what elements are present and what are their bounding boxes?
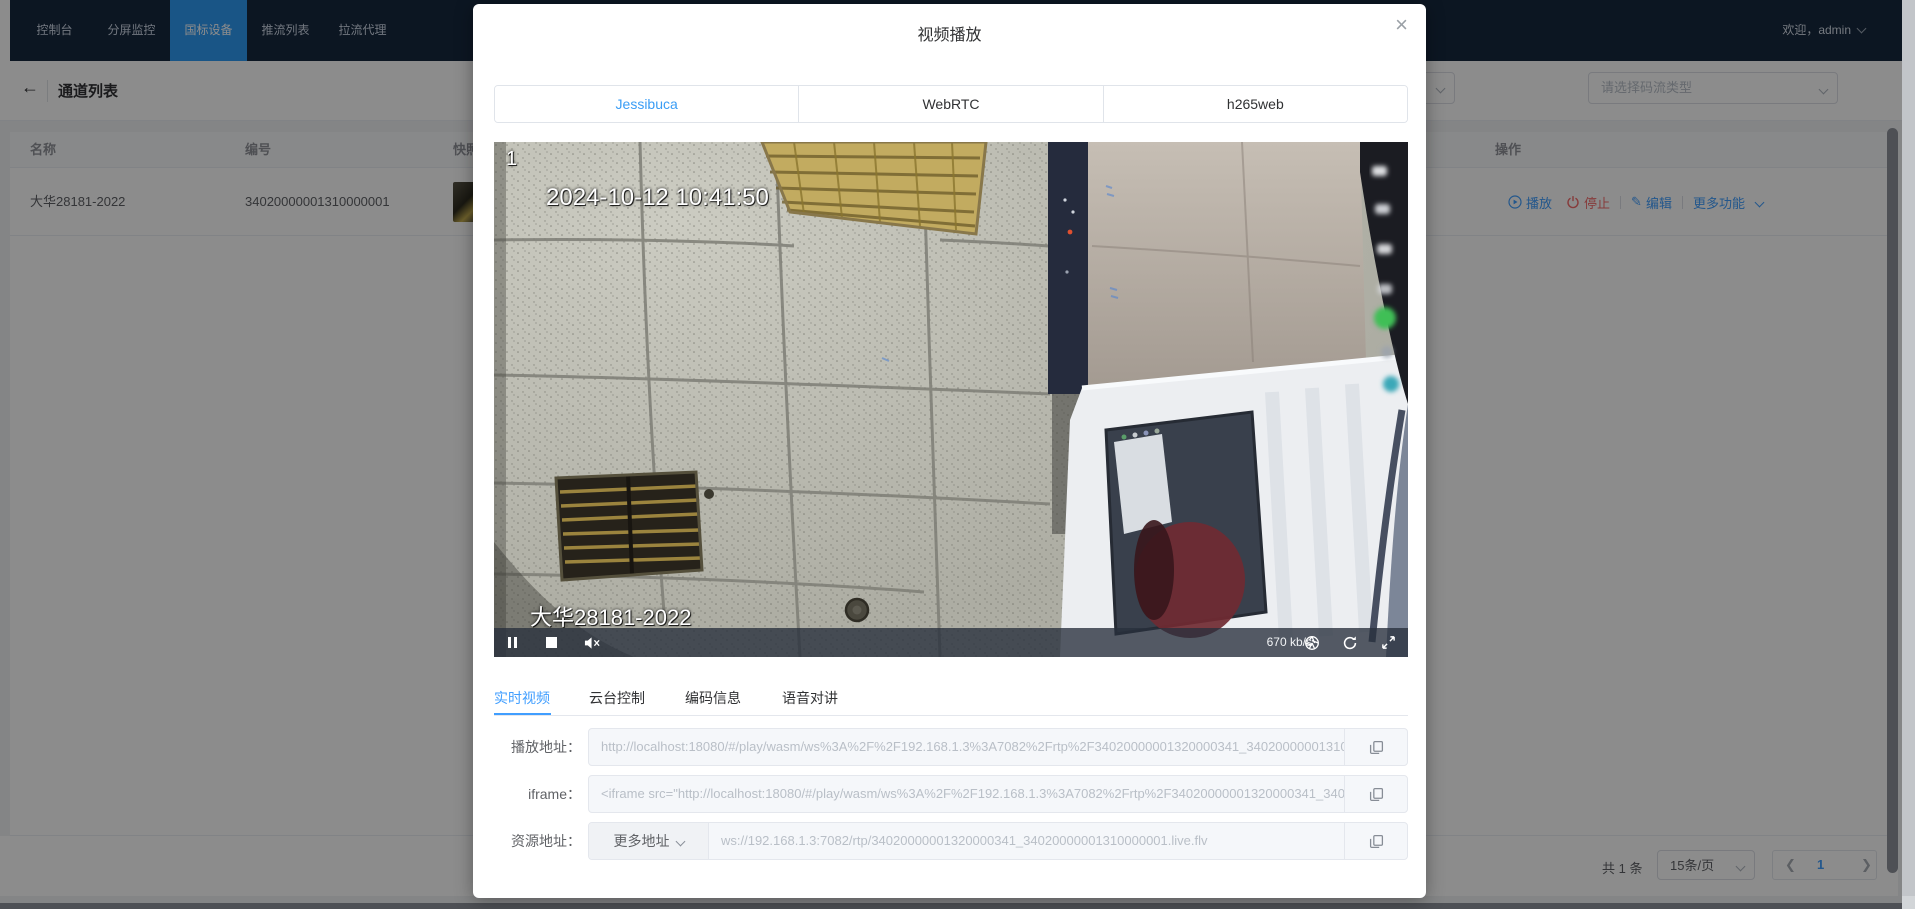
tab-encoding-info[interactable]: 编码信息 xyxy=(685,688,741,708)
detail-tabs: 实时视频 云台控制 编码信息 语音对讲 xyxy=(494,680,1408,720)
tab-h265web[interactable]: h265web xyxy=(1104,86,1407,122)
tabs-baseline xyxy=(494,715,1408,716)
iframe-input[interactable]: <iframe src="http://localhost:18080/#/pl… xyxy=(589,776,1344,812)
play-url-group: http://localhost:18080/#/play/wasm/ws%3A… xyxy=(588,728,1408,766)
osd-timestamp: 2024-10-12 10:41:50 xyxy=(546,184,769,212)
iframe-group: <iframe src="http://localhost:18080/#/pl… xyxy=(588,775,1408,813)
dialog-title: 视频播放 xyxy=(473,21,1426,45)
stop-button[interactable] xyxy=(546,628,557,657)
screen: 控制台 分屏监控 国标设备 推流列表 拉流代理 欢迎，admin ← 通道列表 … xyxy=(0,0,1915,909)
muted-speaker-icon xyxy=(584,636,601,650)
more-addresses-label: 更多地址 xyxy=(614,831,670,851)
fullscreen-button[interactable] xyxy=(1381,628,1396,657)
tab-jessibuca[interactable]: Jessibuca xyxy=(495,86,799,122)
tab-webrtc[interactable]: WebRTC xyxy=(799,86,1103,122)
scrollbar-corner xyxy=(1902,896,1915,909)
video-play-dialog: 视频播放 × Jessibuca WebRTC h265web xyxy=(473,4,1426,898)
reload-button[interactable] xyxy=(1342,628,1358,657)
copy-play-url-button[interactable] xyxy=(1344,729,1407,765)
iframe-row: iframe： <iframe src="http://localhost:18… xyxy=(494,775,1408,813)
resource-url-group: 更多地址 ws://192.168.1.3:7082/rtp/340200000… xyxy=(588,822,1408,860)
close-icon[interactable]: × xyxy=(1395,14,1408,36)
resource-url-label: 资源地址： xyxy=(494,822,581,860)
aperture-icon xyxy=(1304,635,1320,651)
more-addresses-select[interactable]: 更多地址 xyxy=(589,823,709,859)
chevron-down-icon xyxy=(675,836,685,846)
player-tabs: Jessibuca WebRTC h265web xyxy=(494,85,1408,123)
iframe-label: iframe： xyxy=(494,775,581,813)
video-frame xyxy=(494,142,1408,657)
play-url-input[interactable]: http://localhost:18080/#/play/wasm/ws%3A… xyxy=(589,729,1344,765)
osd-channel-number: 1 xyxy=(506,148,517,171)
tab-live-video[interactable]: 实时视频 xyxy=(494,688,550,708)
tab-ptz-control[interactable]: 云台控制 xyxy=(589,688,645,708)
play-url-label: 播放地址： xyxy=(494,728,581,766)
resource-url-input[interactable]: ws://192.168.1.3:7082/rtp/34020000001320… xyxy=(709,823,1344,859)
copy-icon xyxy=(1369,834,1384,849)
pause-button[interactable] xyxy=(508,628,520,657)
window-scrollbar[interactable] xyxy=(1902,0,1915,909)
play-url-row: 播放地址： http://localhost:18080/#/play/wasm… xyxy=(494,728,1408,766)
resource-url-row: 资源地址： 更多地址 ws://192.168.1.3:7082/rtp/340… xyxy=(494,822,1408,860)
copy-resource-url-button[interactable] xyxy=(1344,823,1407,859)
fullscreen-icon xyxy=(1381,635,1396,650)
copy-icon xyxy=(1369,740,1384,755)
refresh-icon xyxy=(1342,635,1358,651)
tab-voice-intercom[interactable]: 语音对讲 xyxy=(782,688,838,708)
video-player[interactable]: 1 2024-10-12 10:41:50 大华28181-2022 670 k… xyxy=(494,142,1408,657)
settings-button[interactable] xyxy=(1304,628,1320,657)
copy-iframe-button[interactable] xyxy=(1344,776,1407,812)
mute-button[interactable] xyxy=(584,628,601,657)
copy-icon xyxy=(1369,787,1384,802)
player-control-bar: 670 kb/s xyxy=(494,628,1408,657)
